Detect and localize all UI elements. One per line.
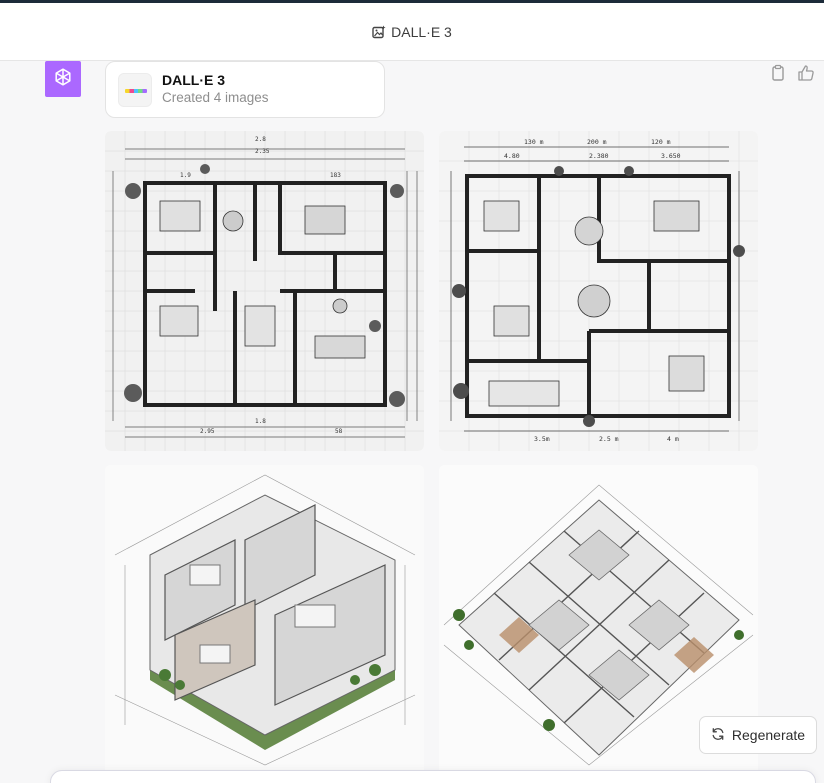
regenerate-button[interactable]: Regenerate <box>699 716 817 754</box>
dim-label: 58 <box>335 428 343 435</box>
copy-icon[interactable] <box>769 64 787 82</box>
dim-label: 2.35 <box>255 148 270 155</box>
tool-card-text: DALL·E 3 Created 4 images <box>162 72 269 107</box>
dalle-thumbnail <box>118 72 152 107</box>
dim-label: 4 m <box>667 435 679 443</box>
dim-label: 3.5m <box>534 435 550 443</box>
dim-label: 1.8 <box>255 418 266 425</box>
dim-label: 130 m <box>524 138 544 146</box>
generated-image-1[interactable]: 2.8 2.35 1.9 183 1.8 2.95 58 <box>105 131 424 451</box>
image-sparkle-icon <box>372 25 386 39</box>
dim-label: 2.5 m <box>599 435 619 443</box>
dim-label: 200 m <box>587 138 607 146</box>
assistant-avatar <box>45 61 81 97</box>
dim-label: 3.650 <box>661 152 681 160</box>
tool-status: Created 4 images <box>162 90 269 105</box>
gpt-title[interactable]: DALL·E 3 <box>391 24 452 40</box>
tool-name: DALL·E 3 <box>162 72 225 88</box>
dim-label: 183 <box>330 172 341 179</box>
message-actions <box>769 64 815 82</box>
generated-image-2[interactable]: 130 m 200 m 120 m 4.80 2.380 3.650 2.5 m… <box>439 131 758 451</box>
dim-label: 120 m <box>651 138 671 146</box>
refresh-icon <box>711 727 725 744</box>
openai-logo-icon <box>52 66 74 93</box>
dim-label: 1.9 <box>180 172 191 179</box>
header: DALL·E 3 <box>0 3 824 61</box>
thumbs-up-icon[interactable] <box>797 64 815 82</box>
dim-label: 2.8 <box>255 136 266 143</box>
regenerate-label: Regenerate <box>731 727 806 743</box>
message-composer[interactable] <box>50 770 816 783</box>
generated-image-3[interactable] <box>105 465 424 783</box>
dim-label: 2.380 <box>589 152 609 160</box>
dim-label: 4.80 <box>504 152 520 160</box>
dalle-tool-card[interactable]: DALL·E 3 Created 4 images <box>105 61 385 118</box>
dim-label: 2.95 <box>200 428 215 435</box>
